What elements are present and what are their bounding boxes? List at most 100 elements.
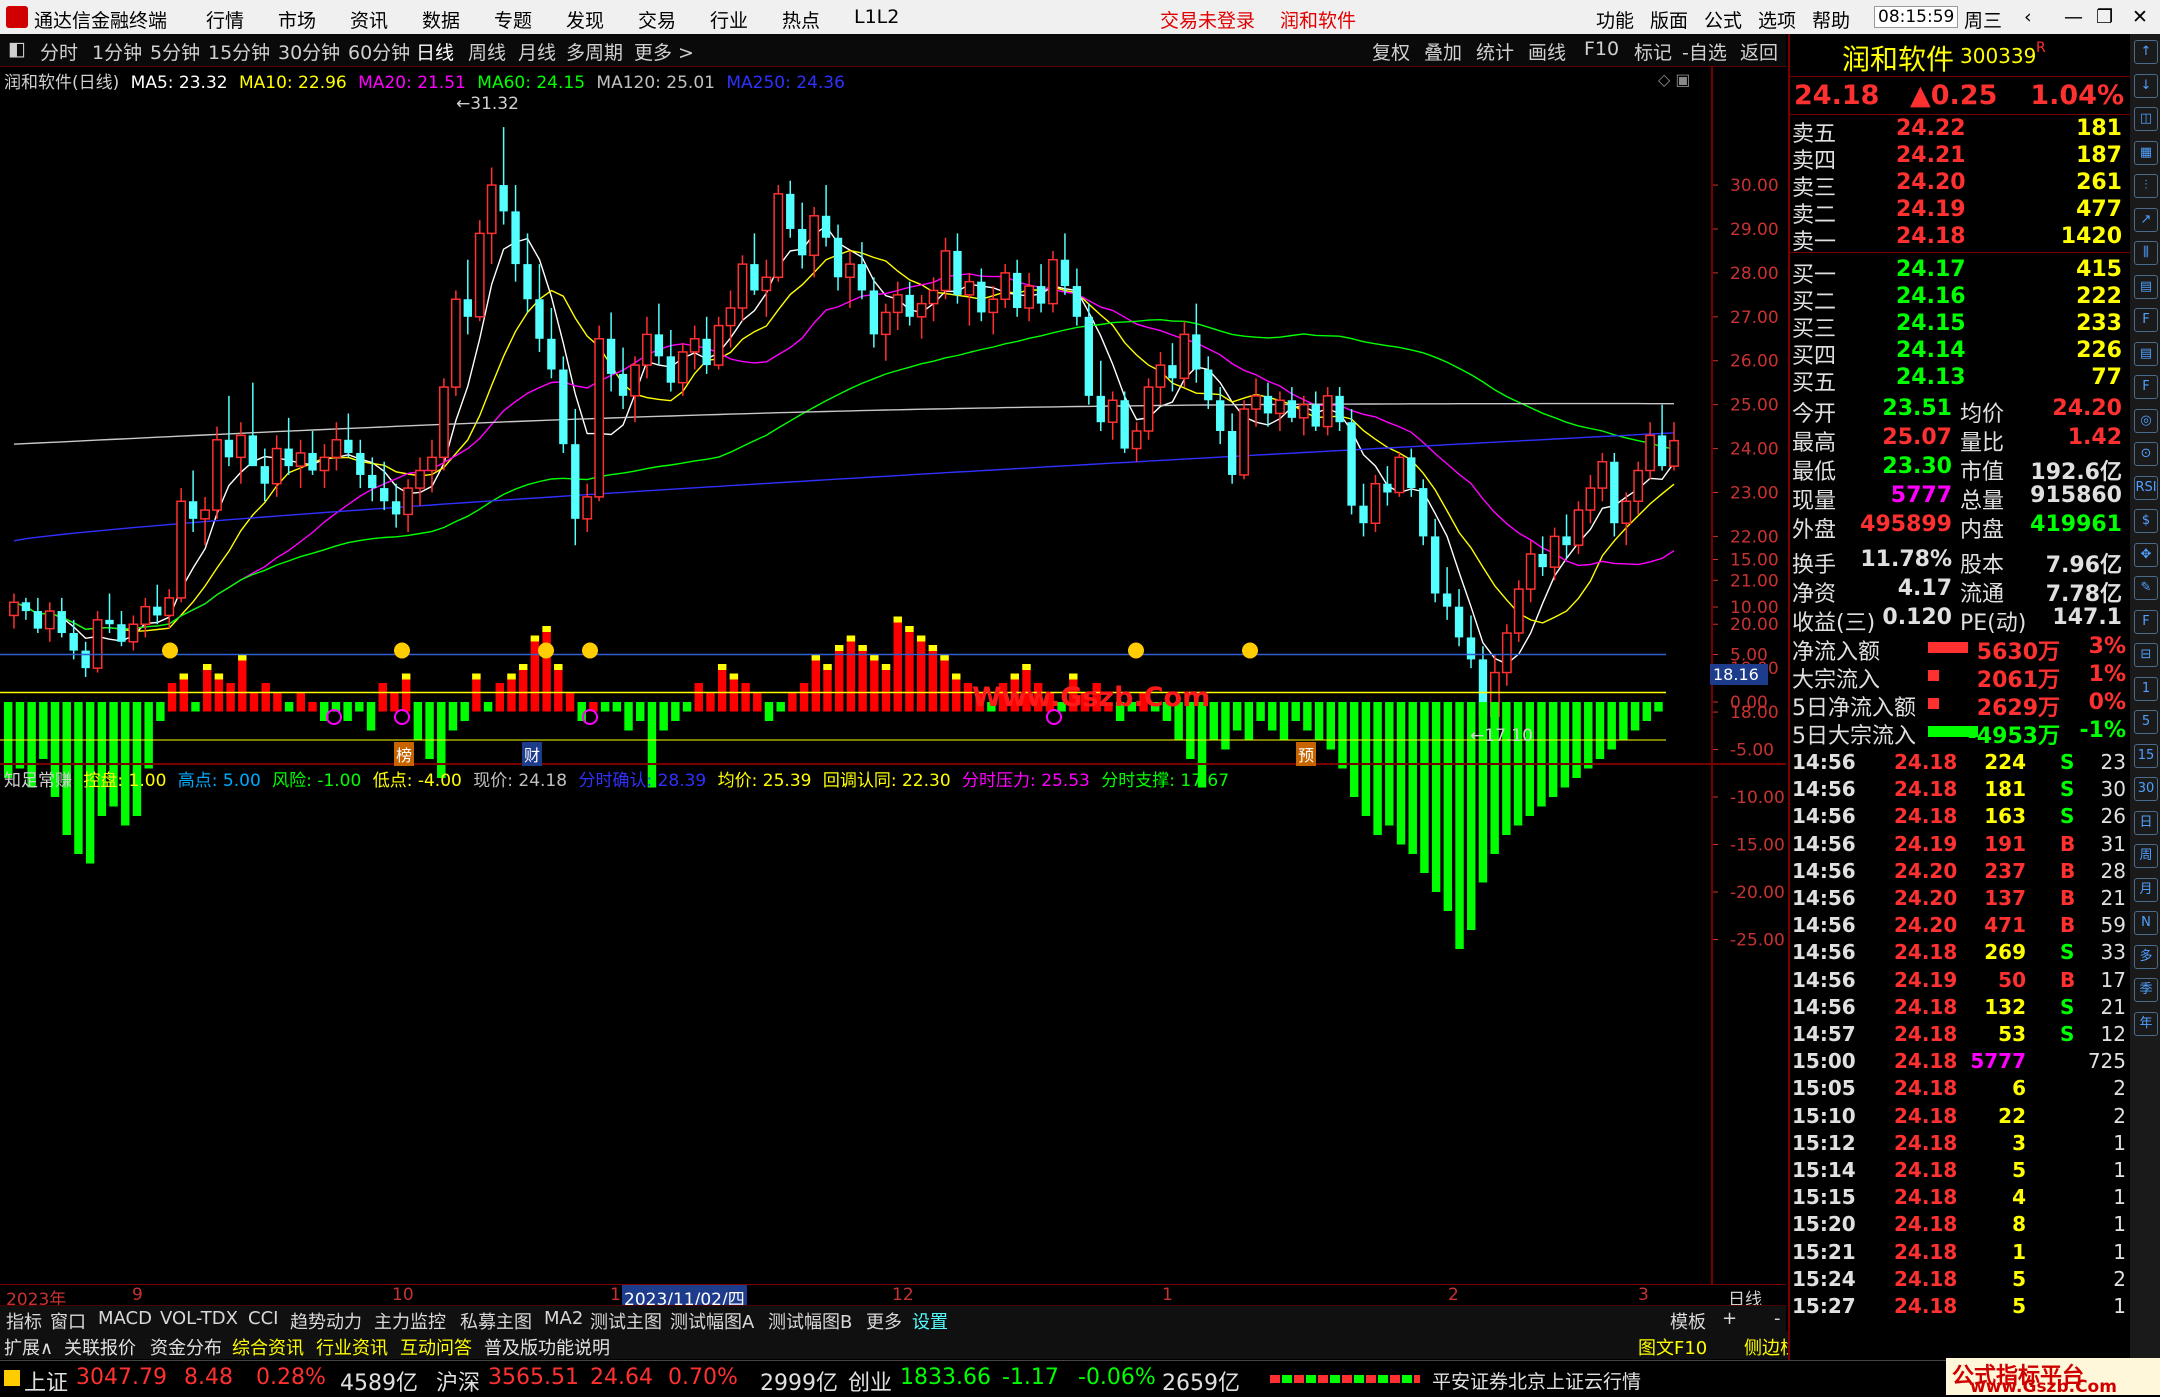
- minimize-icon[interactable]: —: [2064, 6, 2083, 28]
- side-tool-icon[interactable]: ✥: [2134, 542, 2158, 567]
- period-tab-weekly[interactable]: 周线: [468, 38, 506, 65]
- cy-label[interactable]: 创业: [848, 1365, 892, 1397]
- kline-chart[interactable]: 30.0029.0028.0027.0026.0025.0024.0023.00…: [0, 66, 1786, 1304]
- info-tab[interactable]: 扩展∧: [4, 1334, 53, 1360]
- side-tool-icon[interactable]: F: [2134, 609, 2158, 634]
- bid-row[interactable]: 买四 24.14 226: [1790, 338, 2130, 369]
- bid-row[interactable]: 买一 24.17 415: [1790, 257, 2130, 288]
- action-fuquan[interactable]: 复权: [1372, 38, 1410, 65]
- side-tool-icon[interactable]: 季: [2134, 978, 2158, 1002]
- sh-label[interactable]: 上证: [24, 1365, 68, 1397]
- tick-list[interactable]: 14:56 24.18 224 S 23 14:56 24.18 181 S 30 14:56 24.…: [1790, 750, 2130, 1360]
- hs-label[interactable]: 沪深: [436, 1365, 480, 1397]
- action-back[interactable]: 返回: [1740, 38, 1778, 65]
- side-tool-icon[interactable]: 日: [2134, 810, 2158, 835]
- menu-options[interactable]: 选项: [1758, 6, 1796, 33]
- menu-topic[interactable]: 专题: [494, 6, 532, 33]
- menu-data[interactable]: 数据: [422, 6, 460, 33]
- event-marker-bang[interactable]: 榜: [394, 742, 415, 766]
- side-tool-icon[interactable]: 多: [2134, 944, 2158, 969]
- side-tool-icon[interactable]: ✎: [2134, 576, 2158, 600]
- info-tab[interactable]: 行业资讯: [316, 1334, 388, 1360]
- action-stats[interactable]: 统计: [1476, 38, 1514, 65]
- template-tab[interactable]: -: [1774, 1308, 1781, 1329]
- menu-help[interactable]: 帮助: [1812, 6, 1850, 33]
- period-tab-1min[interactable]: 1分钟: [92, 38, 142, 65]
- period-tab-more[interactable]: 更多 >: [634, 38, 694, 65]
- side-tool-icon[interactable]: F: [2134, 375, 2158, 399]
- action-unfavorite[interactable]: -自选: [1682, 38, 1727, 65]
- period-tab-monthly[interactable]: 月线: [518, 38, 556, 65]
- back-icon[interactable]: ‹: [2024, 6, 2032, 28]
- ask-row[interactable]: 卖五 24.22 181: [1790, 116, 2130, 147]
- side-tool-icon[interactable]: ◎: [2134, 408, 2158, 433]
- indicator-tab[interactable]: MA2: [544, 1308, 583, 1329]
- ask-row[interactable]: 卖一 24.18 1420: [1790, 224, 2130, 255]
- action-overlay[interactable]: 叠加: [1424, 38, 1462, 65]
- side-tool-icon[interactable]: RSI: [2134, 475, 2158, 500]
- indicator-tab[interactable]: VOL-TDX: [160, 1308, 238, 1329]
- period-tab-5min[interactable]: 5分钟: [150, 38, 200, 65]
- restore-icon[interactable]: ❐: [2096, 6, 2113, 28]
- indicator-tab[interactable]: MACD: [98, 1308, 152, 1329]
- side-tool-icon[interactable]: ↗: [2134, 207, 2158, 232]
- side-tool-icon[interactable]: ▦: [2134, 140, 2158, 165]
- side-tool-icon[interactable]: ◫: [2134, 107, 2158, 131]
- menu-l1l2[interactable]: L1L2: [854, 6, 899, 28]
- action-f10[interactable]: F10: [1584, 38, 1619, 60]
- action-draw[interactable]: 画线: [1528, 38, 1566, 65]
- ask-row[interactable]: 卖四 24.21 187: [1790, 143, 2130, 174]
- menu-info[interactable]: 资讯: [350, 6, 388, 33]
- event-marker-yu[interactable]: 预: [1296, 742, 1317, 766]
- period-tab-multi[interactable]: 多周期: [566, 38, 623, 65]
- period-tab-15min[interactable]: 15分钟: [208, 38, 270, 65]
- side-tool-icon[interactable]: ⊙: [2134, 442, 2158, 466]
- event-marker-cai[interactable]: 财: [522, 742, 543, 766]
- side-tool-icon[interactable]: $: [2134, 509, 2158, 533]
- toolbar-toggle-icon[interactable]: ◧: [8, 38, 26, 60]
- info-tab[interactable]: 互动问答: [400, 1334, 472, 1360]
- side-tool-icon[interactable]: ▤: [2134, 341, 2158, 366]
- side-tool-icon[interactable]: ▤: [2134, 274, 2158, 299]
- action-mark[interactable]: 标记: [1634, 38, 1672, 65]
- ask-row[interactable]: 卖三 24.20 261: [1790, 170, 2130, 201]
- side-tool-icon[interactable]: 年: [2134, 1011, 2158, 1036]
- side-tool-icon[interactable]: ↑: [2134, 40, 2158, 64]
- menu-market[interactable]: 市场: [278, 6, 316, 33]
- period-tab-daily[interactable]: 日线: [416, 38, 454, 65]
- side-tab[interactable]: 图文F10: [1638, 1334, 1707, 1360]
- menu-hot[interactable]: 热点: [782, 6, 820, 33]
- chart-settings-icon[interactable]: ◇ ▣: [1658, 70, 1691, 89]
- login-status[interactable]: 交易未登录: [1160, 6, 1255, 33]
- side-tool-icon[interactable]: 月: [2134, 877, 2158, 902]
- period-tab-30min[interactable]: 30分钟: [278, 38, 340, 65]
- bid-row[interactable]: 买五 24.13 77: [1790, 365, 2130, 396]
- side-tool-icon[interactable]: 1: [2134, 676, 2158, 701]
- menu-layout[interactable]: 版面: [1650, 6, 1688, 33]
- info-tab[interactable]: 综合资讯: [232, 1334, 304, 1360]
- bid-row[interactable]: 买二 24.16 222: [1790, 284, 2130, 315]
- menu-quote[interactable]: 行情: [206, 6, 244, 33]
- side-tool-icon[interactable]: F: [2134, 308, 2158, 332]
- bid-row[interactable]: 买三 24.15 233: [1790, 311, 2130, 342]
- menu-discover[interactable]: 发现: [566, 6, 604, 33]
- side-tool-icon[interactable]: 15: [2134, 743, 2158, 768]
- menu-function[interactable]: 功能: [1596, 6, 1634, 33]
- side-tool-icon[interactable]: ⫼: [2134, 241, 2158, 265]
- side-tool-icon[interactable]: ⫶: [2134, 174, 2158, 198]
- info-tab[interactable]: 普及版功能说明: [484, 1334, 610, 1360]
- menu-trade[interactable]: 交易: [638, 6, 676, 33]
- menu-industry[interactable]: 行业: [710, 6, 748, 33]
- indicator-tab[interactable]: CCI: [248, 1308, 278, 1329]
- side-tool-icon[interactable]: ↓: [2134, 73, 2158, 98]
- side-tool-icon[interactable]: 5: [2134, 710, 2158, 734]
- close-icon[interactable]: ✕: [2132, 6, 2148, 28]
- side-tool-icon[interactable]: N: [2134, 911, 2158, 935]
- info-tab[interactable]: 资金分布: [150, 1334, 222, 1360]
- side-tool-icon[interactable]: 周: [2134, 844, 2158, 868]
- period-tab-fenshi[interactable]: 分时: [40, 38, 78, 65]
- side-tool-icon[interactable]: 30: [2134, 777, 2158, 801]
- info-tab[interactable]: 关联报价: [64, 1334, 136, 1360]
- menu-formula[interactable]: 公式: [1704, 6, 1742, 33]
- ask-row[interactable]: 卖二 24.19 477: [1790, 197, 2130, 228]
